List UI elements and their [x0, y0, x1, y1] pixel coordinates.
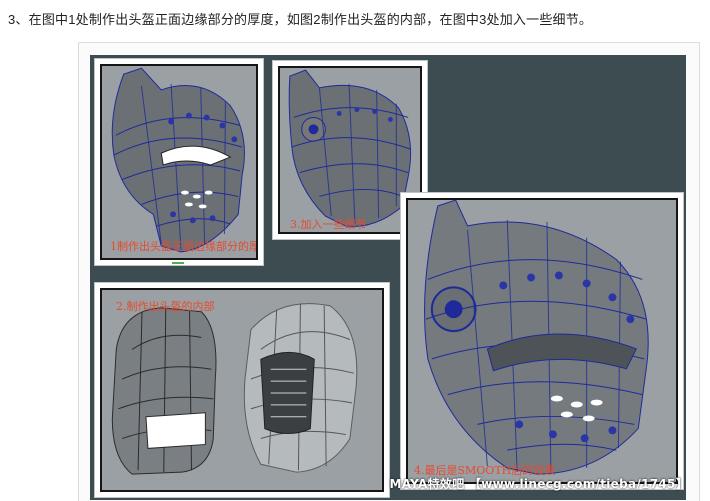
green-marker [172, 262, 184, 264]
panel-3-label: 3.加入一些细节 [290, 218, 367, 231]
site-watermark: MAYA特效吧 【www.linecg.com/tieba/1745】 [389, 477, 688, 491]
panel-4-smooth: 4.最后是SMOOTH后的效果 [400, 192, 684, 490]
helmet-wireframe-3 [288, 69, 412, 227]
step-caption: 3、在图中1处制作出头盔正面边缘部分的厚度，如图2制作出头盔的内部，在图中3处加… [8, 12, 593, 27]
helmet-interior-models [111, 303, 358, 475]
panel-1-thickness: 1制作出头盔正面边缘部分的厚度 [94, 58, 264, 266]
helmet-wireframe-1 [111, 67, 245, 253]
panel-2-interior: 2.制作出头盔的内部 [94, 282, 390, 498]
panel-1-label: 1制作出头盔正面边缘部分的厚度 [110, 240, 258, 253]
helmet-smooth-render [424, 200, 649, 475]
panel-2-label: 2.制作出头盔的内部 [116, 300, 215, 313]
